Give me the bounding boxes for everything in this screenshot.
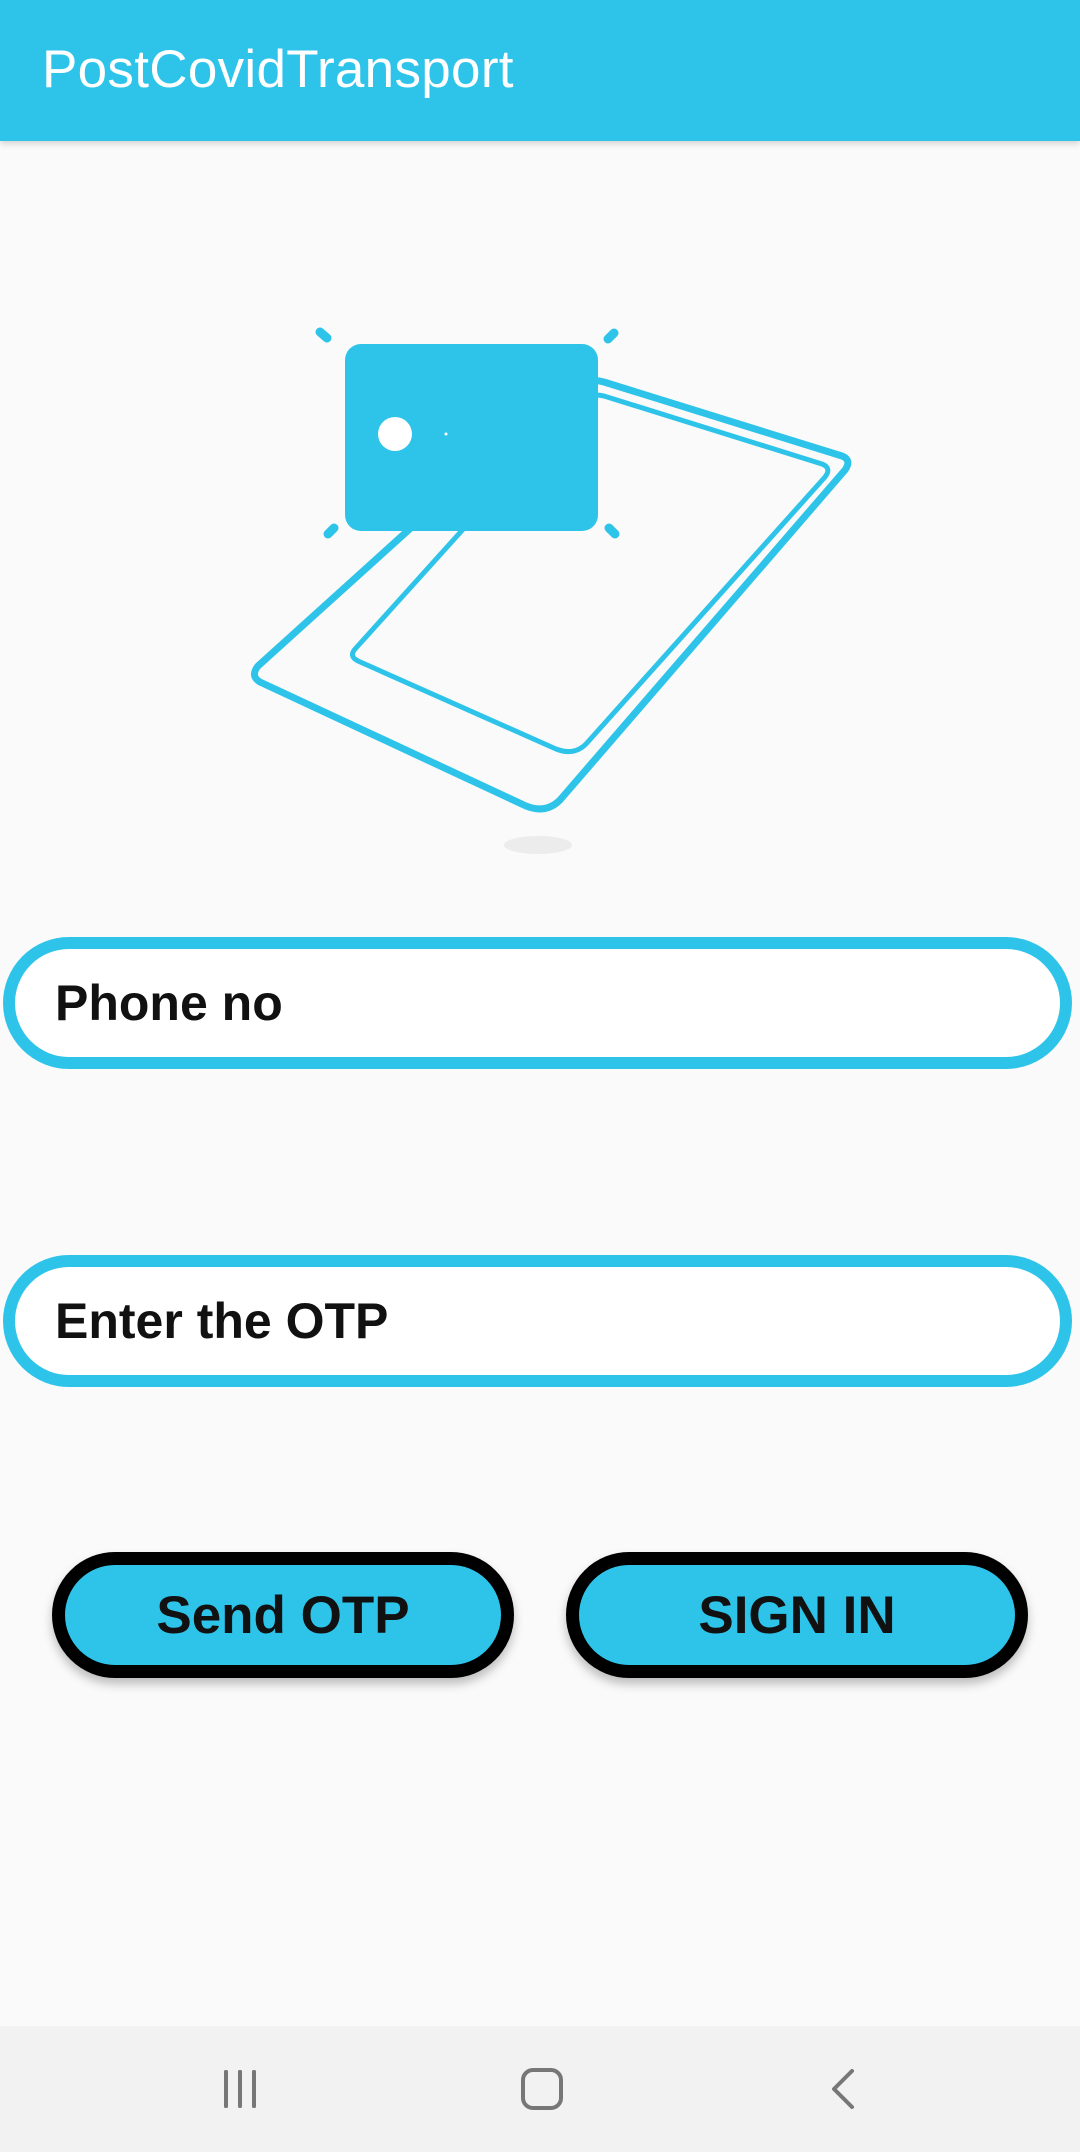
- home-button[interactable]: [442, 2026, 642, 2152]
- home-icon: [521, 2068, 563, 2110]
- send-otp-label: Send OTP: [156, 1585, 410, 1645]
- recent-apps-button[interactable]: [140, 2026, 340, 2152]
- otp-input[interactable]: [55, 1267, 1015, 1375]
- otp-field-container: [3, 1255, 1072, 1387]
- back-button[interactable]: [744, 2026, 944, 2152]
- phone-with-card-icon: [251, 327, 852, 854]
- phone-field-container: [3, 937, 1072, 1069]
- sign-in-label: SIGN IN: [698, 1585, 896, 1645]
- sign-in-button[interactable]: SIGN IN: [566, 1552, 1028, 1678]
- recent-apps-icon: [224, 2070, 256, 2108]
- app-title: PostCovidTransport: [42, 40, 514, 99]
- back-icon: [832, 2069, 854, 2109]
- system-nav-bar: [0, 2026, 1080, 2152]
- send-otp-button[interactable]: Send OTP: [52, 1552, 514, 1678]
- phone-number-input[interactable]: [55, 949, 1015, 1057]
- app-bar: PostCovidTransport: [0, 0, 1080, 141]
